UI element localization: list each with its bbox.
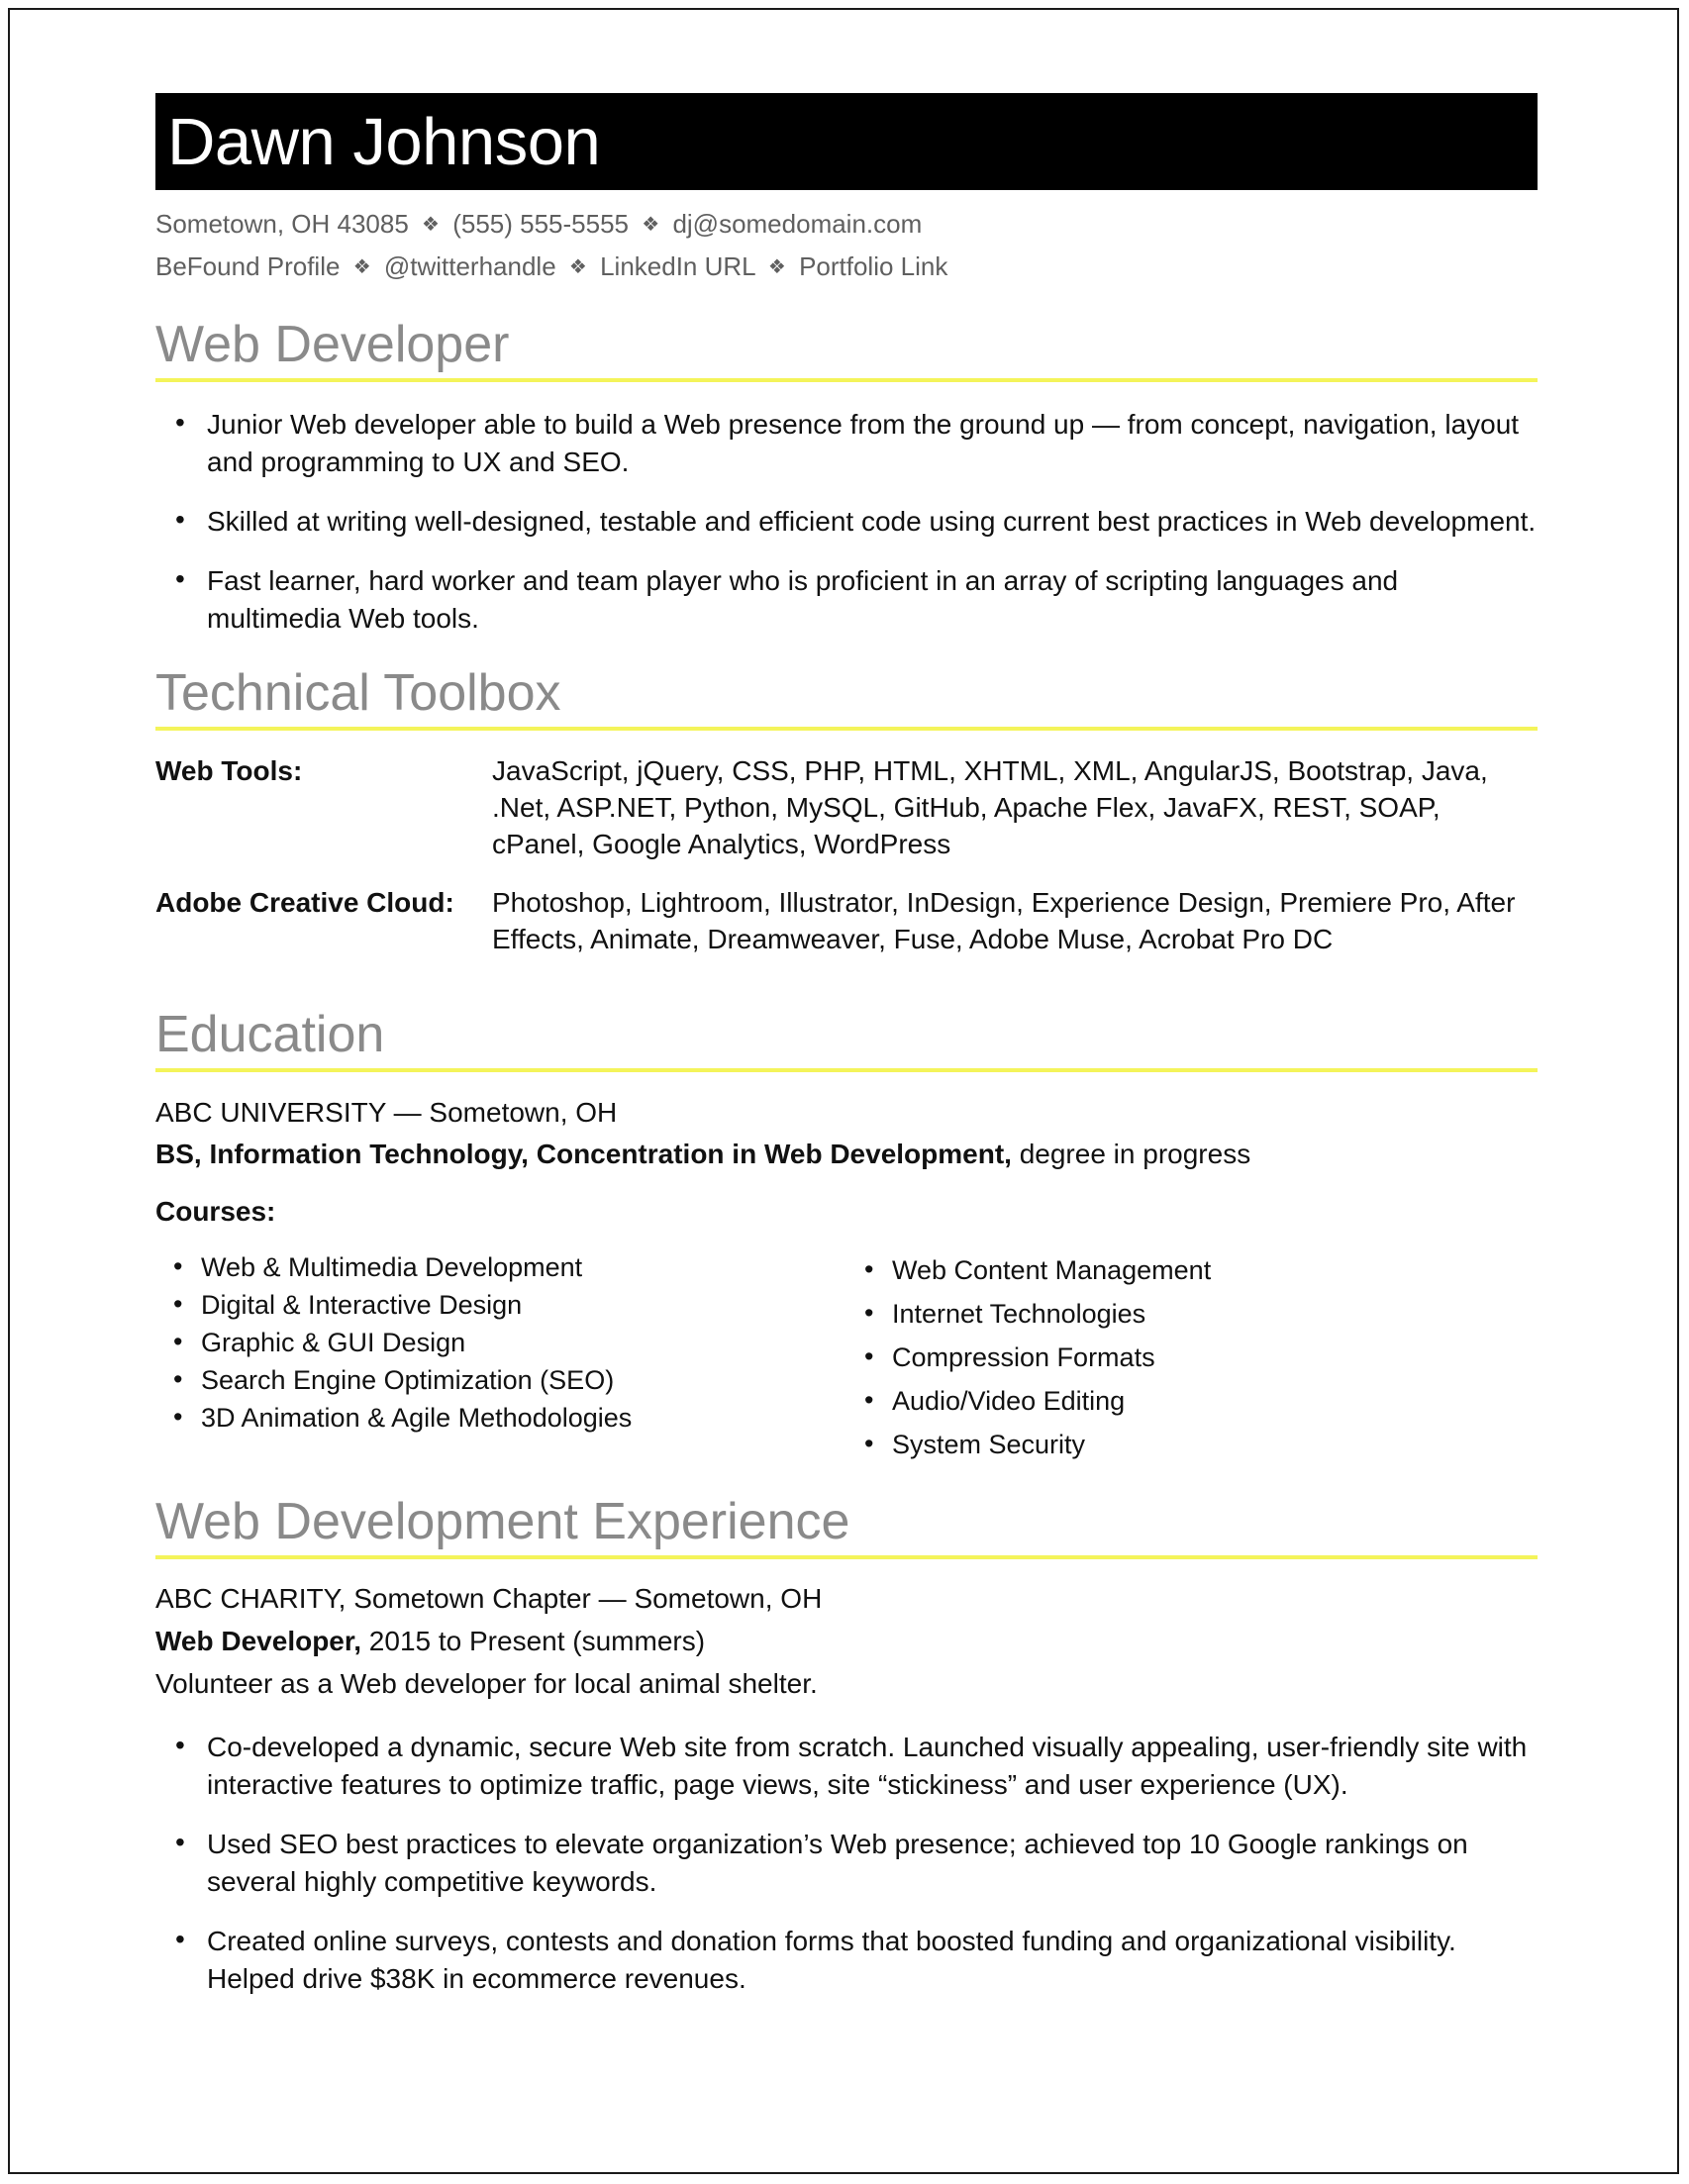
list-item: Co-developed a dynamic, secure Web site … — [155, 1727, 1538, 1804]
list-item: Search Engine Optimization (SEO) — [155, 1360, 846, 1399]
courses-columns: Web & Multimedia Development Digital & I… — [155, 1247, 1538, 1466]
list-item: Created online surveys, contests and don… — [155, 1921, 1538, 1998]
section-heading-toolbox: Technical Toolbox — [155, 664, 561, 722]
courses-label: Courses: — [155, 1196, 276, 1227]
list-item: Web & Multimedia Development — [155, 1247, 846, 1286]
diamond-separator-icon: ❖ — [642, 214, 660, 236]
courses-column-right: Web Content Management Internet Technolo… — [846, 1247, 1538, 1466]
diamond-separator-icon: ❖ — [422, 214, 440, 236]
toolbox-value-adobe-creative-cloud: Photoshop, Lightroom, Illustrator, InDes… — [492, 887, 1516, 954]
experience-dates: 2015 to Present (summers) — [361, 1626, 706, 1656]
section-heading-summary: Web Developer — [155, 316, 510, 373]
table-row: Adobe Creative Cloud: Photoshop, Lightro… — [155, 884, 1538, 979]
experience-employer: ABC CHARITY, Sometown Chapter — Sometown… — [155, 1583, 823, 1614]
section-technical-toolbox: Technical Toolbox Web Tools: JavaScript,… — [155, 663, 1538, 979]
list-item: Web Content Management — [846, 1247, 1538, 1292]
courses-column-left: Web & Multimedia Development Digital & I… — [155, 1247, 846, 1466]
list-item: Skilled at writing well-designed, testab… — [155, 501, 1538, 541]
list-item: Used SEO best practices to elevate organ… — [155, 1824, 1538, 1901]
diamond-separator-icon: ❖ — [767, 256, 786, 278]
education-degree-title: BS, Information Technology, Concentratio… — [155, 1139, 1012, 1169]
summary-bullet-list: Junior Web developer able to build a Web… — [155, 404, 1538, 638]
experience-title: Web Developer, 2015 to Present (summers) — [155, 1620, 1538, 1662]
link-befound-profile[interactable]: BeFound Profile — [155, 251, 340, 281]
toolbox-label-adobe-creative-cloud: Adobe Creative Cloud: — [155, 887, 454, 918]
list-item: Fast learner, hard worker and team playe… — [155, 560, 1538, 638]
list-item: 3D Animation & Agile Methodologies — [155, 1398, 846, 1437]
toolbox-label-web-tools: Web Tools: — [155, 755, 303, 786]
experience-job-title: Web Developer, — [155, 1626, 362, 1656]
contact-location: Sometown, OH 43085 — [155, 209, 409, 239]
experience-bullet-list: Co-developed a dynamic, secure Web site … — [155, 1727, 1538, 1998]
courses-list-left: Web & Multimedia Development Digital & I… — [155, 1247, 846, 1437]
diamond-separator-icon: ❖ — [352, 256, 371, 278]
diamond-separator-icon: ❖ — [568, 256, 587, 278]
toolbox-table: Web Tools: JavaScript, jQuery, CSS, PHP,… — [155, 752, 1538, 979]
resume-page: Dawn Johnson Sometown, OH 43085 ❖ (555) … — [8, 8, 1679, 2174]
list-item: Digital & Interactive Design — [155, 1285, 846, 1324]
list-item: Audio/Video Editing — [846, 1378, 1538, 1423]
section-rule — [155, 727, 1538, 731]
contact-line-social: BeFound Profile ❖ @twitterhandle ❖ Linke… — [155, 247, 1538, 289]
table-row: Web Tools: JavaScript, jQuery, CSS, PHP,… — [155, 752, 1538, 884]
section-education: Education ABC UNIVERSITY — Sometown, OH … — [155, 1005, 1538, 1466]
link-linkedin-url[interactable]: LinkedIn URL — [600, 251, 755, 281]
section-rule — [155, 378, 1538, 382]
list-item: Junior Web developer able to build a Web… — [155, 404, 1538, 481]
section-experience: Web Development Experience ABC CHARITY, … — [155, 1492, 1538, 1998]
experience-blurb: Volunteer as a Web developer for local a… — [155, 1668, 818, 1699]
section-summary: Web Developer Junior Web developer able … — [155, 315, 1538, 638]
toolbox-value-web-tools: JavaScript, jQuery, CSS, PHP, HTML, XHTM… — [492, 755, 1488, 859]
list-item: System Security — [846, 1422, 1538, 1466]
section-heading-experience: Web Development Experience — [155, 1493, 850, 1550]
resume-content: Dawn Johnson Sometown, OH 43085 ❖ (555) … — [155, 10, 1538, 1998]
contact-email[interactable]: dj@somedomain.com — [672, 209, 922, 239]
education-degree-status: degree in progress — [1011, 1139, 1251, 1169]
courses-list-right: Web Content Management Internet Technolo… — [846, 1247, 1538, 1466]
education-degree: BS, Information Technology, Concentratio… — [155, 1134, 1538, 1175]
section-rule — [155, 1068, 1538, 1072]
education-school: ABC UNIVERSITY — Sometown, OH — [155, 1097, 618, 1128]
section-heading-education: Education — [155, 1006, 385, 1063]
contact-block: Sometown, OH 43085 ❖ (555) 555-5555 ❖ dj… — [155, 204, 1538, 289]
contact-line-primary: Sometown, OH 43085 ❖ (555) 555-5555 ❖ dj… — [155, 204, 1538, 247]
link-portfolio[interactable]: Portfolio Link — [799, 251, 947, 281]
list-item: Graphic & GUI Design — [155, 1323, 846, 1361]
link-twitter-handle[interactable]: @twitterhandle — [384, 251, 556, 281]
list-item: Internet Technologies — [846, 1291, 1538, 1336]
name-banner: Dawn Johnson — [155, 93, 1538, 190]
contact-phone: (555) 555-5555 — [452, 209, 630, 239]
candidate-name: Dawn Johnson — [167, 104, 601, 179]
list-item: Compression Formats — [846, 1335, 1538, 1379]
section-rule — [155, 1555, 1538, 1559]
